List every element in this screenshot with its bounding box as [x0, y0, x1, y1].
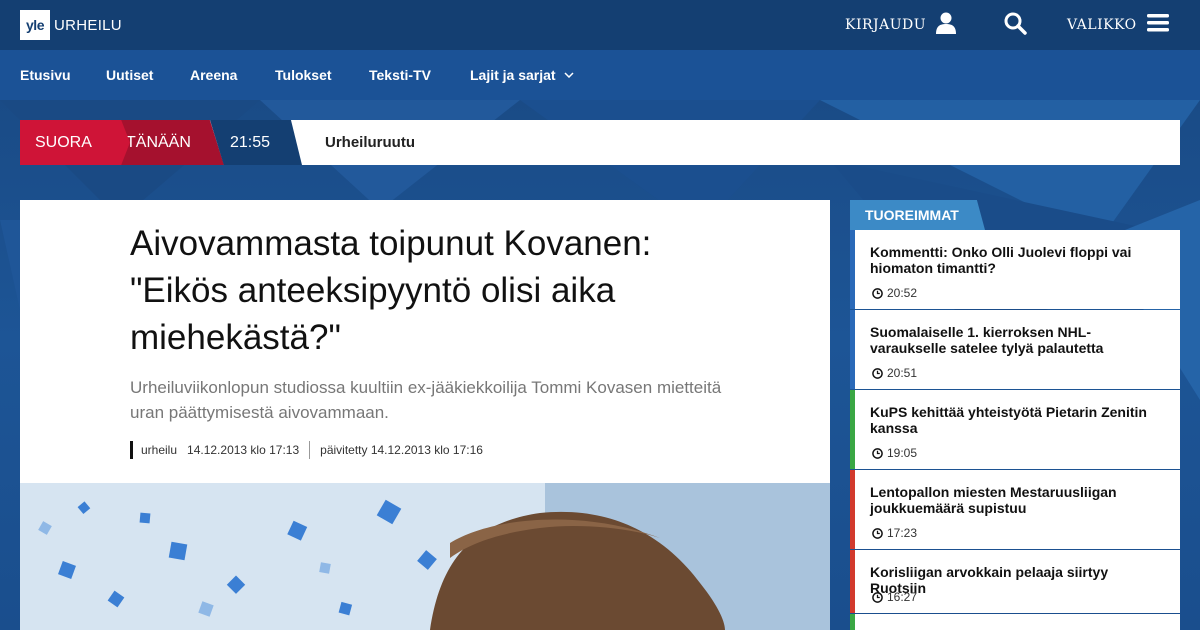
- news-item-title: Suomalaiselle 1. kierroksen NHL-varaukse…: [870, 324, 1104, 356]
- nav-item-etusivu[interactable]: Etusivu: [20, 50, 71, 100]
- yle-urheilu-logo[interactable]: yle URHEILU: [20, 10, 122, 40]
- nav-item-uutiset[interactable]: Uutiset: [106, 50, 153, 100]
- live-badge: SUORA: [20, 120, 130, 165]
- news-item-time-value: 19:05: [887, 446, 918, 460]
- live-broadcast-bar[interactable]: TÄNÄÄN SUORA 21:55 Urheiluruutu: [20, 120, 1180, 165]
- latest-news-item[interactable]: KuPS kehittää yhteistyötä Pietarin Zenit…: [850, 390, 1180, 469]
- article-card: Aivovammasta toipunut Kovanen: "Eikös an…: [20, 200, 830, 483]
- article-meta: urheilu 14.12.2013 klo 17:13 päivitetty …: [130, 441, 483, 459]
- news-item-time: 19:05: [872, 446, 917, 460]
- top-header: yle URHEILU KIRJAUDU VALIKKO: [0, 0, 1200, 50]
- nav-item-lajit-ja-sarjat[interactable]: Lajit ja sarjat: [470, 50, 574, 100]
- clock-icon: [872, 591, 883, 603]
- chevron-down-icon: [564, 70, 574, 81]
- news-item-title: Kommentti: Onko Olli Juolevi floppi vai …: [870, 244, 1132, 276]
- clock-icon: [872, 447, 883, 459]
- clock-icon: [872, 287, 883, 299]
- news-item-time-value: 17:23: [887, 526, 918, 540]
- latest-news-item[interactable]: Lentopallon miesten Mestaruusliigan jouk…: [850, 470, 1180, 549]
- tab-latest[interactable]: TUOREIMMAT: [850, 200, 985, 230]
- latest-news-item[interactable]: Korisliigan arvokkain pelaaja siirtyy Ru…: [850, 550, 1180, 613]
- category-marker: [130, 441, 133, 459]
- yle-logo-mark: yle: [20, 10, 50, 40]
- clock-icon: [872, 367, 883, 379]
- nav-item-label: Lajit ja sarjat: [470, 67, 556, 83]
- article-lede: Urheiluviikonlopun studiossa kuultiin ex…: [130, 378, 722, 422]
- login-button[interactable]: KIRJAUDU: [845, 0, 957, 50]
- meta-divider: [309, 441, 311, 459]
- search-button[interactable]: [1003, 0, 1027, 50]
- latest-news-item[interactable]: Suomalaiselle 1. kierroksen NHL-varaukse…: [850, 310, 1180, 389]
- latest-news-item[interactable]: [850, 614, 1180, 630]
- news-item-time: 20:51: [872, 366, 917, 380]
- latest-news-item[interactable]: Kommentti: Onko Olli Juolevi floppi vai …: [850, 230, 1180, 309]
- published-date: 14.12.2013 klo 17:13: [187, 443, 300, 457]
- broadcast-title[interactable]: Urheiluruutu: [325, 120, 415, 165]
- article-category[interactable]: urheilu: [141, 443, 177, 457]
- nav-item-areena[interactable]: Areena: [190, 50, 237, 100]
- news-item-time: 20:52: [872, 286, 917, 300]
- news-item-title: Lentopallon miesten Mestaruusliigan jouk…: [870, 484, 1117, 516]
- main-navigation: Etusivu Uutiset Areena Tulokset Teksti-T…: [0, 50, 1200, 100]
- broadcast-time: 21:55: [210, 120, 302, 165]
- login-label: KIRJAUDU: [845, 17, 927, 33]
- news-item-time-value: 20:51: [887, 366, 918, 380]
- article-hero-image: [20, 483, 830, 630]
- hamburger-menu-icon: [1146, 14, 1169, 36]
- search-icon: [1003, 11, 1027, 39]
- nav-item-teksti-tv[interactable]: Teksti-TV: [369, 50, 431, 100]
- news-item-time: 17:23: [872, 526, 917, 540]
- news-item-time-value: 16:27: [887, 590, 918, 604]
- news-item-time-value: 20:52: [887, 286, 918, 300]
- news-item-time: 16:27: [872, 590, 917, 604]
- news-item-title: KuPS kehittää yhteistyötä Pietarin Zenit…: [870, 404, 1147, 436]
- menu-button[interactable]: VALIKKO: [1067, 0, 1169, 50]
- updated-date: päivitetty 14.12.2013 klo 17:16: [320, 443, 483, 457]
- site-section-name: URHEILU: [54, 16, 122, 34]
- article-headline: Aivovammasta toipunut Kovanen: "Eikös an…: [130, 224, 652, 357]
- latest-news-list: Kommentti: Onko Olli Juolevi floppi vai …: [850, 230, 1180, 630]
- nav-item-tulokset[interactable]: Tulokset: [275, 50, 332, 100]
- user-icon: [936, 12, 957, 38]
- menu-label: VALIKKO: [1067, 17, 1137, 33]
- clock-icon: [872, 527, 883, 539]
